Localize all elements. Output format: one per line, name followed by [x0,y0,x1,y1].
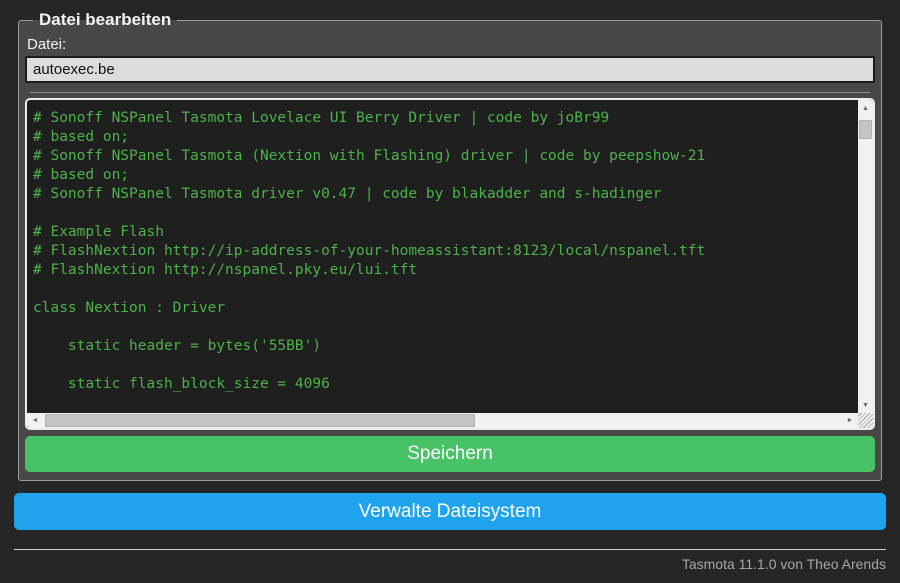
resize-grip-icon[interactable] [858,413,873,428]
panel-title: Datei bearbeiten [39,10,172,29]
form-divider [30,92,870,93]
main-container: Datei bearbeiten Datei: # Sonoff NSPanel… [14,10,886,572]
edit-file-panel: Datei bearbeiten Datei: # Sonoff NSPanel… [18,10,882,481]
scroll-right-icon[interactable]: ► [843,413,857,428]
manage-filesystem-button[interactable]: Verwalte Dateisystem [14,493,886,530]
page: { "editor_form": { "legend": "Datei bear… [0,0,900,583]
horizontal-scrollbar[interactable]: ◄ ► [27,413,858,428]
file-name-input[interactable] [25,56,875,83]
horizontal-scrollbar-thumb[interactable] [45,414,475,427]
code-editor-textarea[interactable]: # Sonoff NSPanel Tasmota Lovelace UI Ber… [25,98,875,430]
scroll-up-icon[interactable]: ▲ [858,101,873,115]
vertical-scrollbar-thumb[interactable] [859,120,872,139]
file-label: Datei: [27,36,67,53]
save-button[interactable]: Speichern [25,436,875,472]
footer-divider [14,549,886,550]
footer-text: Tasmota 11.1.0 von Theo Arends [681,556,886,572]
code-content[interactable]: # Sonoff NSPanel Tasmota Lovelace UI Ber… [27,100,873,394]
vertical-scrollbar[interactable]: ▲ ▼ [858,100,873,413]
scroll-left-icon[interactable]: ◄ [28,413,42,428]
scroll-down-icon[interactable]: ▼ [858,398,873,412]
